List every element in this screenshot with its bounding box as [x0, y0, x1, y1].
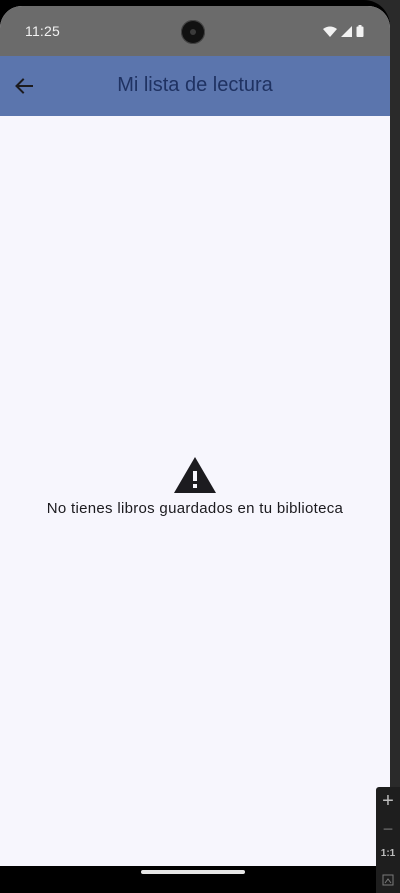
home-gesture-handle[interactable]: [141, 870, 245, 874]
page-title: Mi lista de lectura: [117, 74, 273, 96]
empty-state-message: No tienes libros guardados en tu bibliot…: [46, 500, 344, 517]
zoom-in-button[interactable]: +: [376, 789, 400, 813]
fit-screen-icon: [382, 874, 394, 886]
empty-state: No tienes libros guardados en tu bibliot…: [0, 456, 390, 517]
emulator-side-toolbar: + − 1:1: [376, 787, 400, 893]
reading-list-content: No tienes libros guardados en tu bibliot…: [0, 116, 390, 866]
actual-size-button[interactable]: 1:1: [376, 845, 400, 863]
status-time: 11:25: [25, 23, 60, 39]
app-screen: 11:25 Mi lista de lectura No tienes libr…: [0, 6, 390, 866]
warning-icon: [174, 457, 216, 493]
status-icons: [323, 25, 364, 37]
fit-screen-button[interactable]: [376, 871, 400, 889]
battery-icon: [356, 25, 364, 37]
device-frame: 11:25 Mi lista de lectura No tienes libr…: [0, 0, 390, 893]
zoom-out-button[interactable]: −: [376, 817, 400, 841]
navigation-bar: [0, 866, 390, 893]
signal-icon: [341, 25, 352, 37]
wifi-icon: [323, 26, 337, 37]
status-bar: 11:25: [0, 6, 390, 56]
app-bar: Mi lista de lectura: [0, 56, 390, 116]
front-camera: [181, 20, 205, 44]
